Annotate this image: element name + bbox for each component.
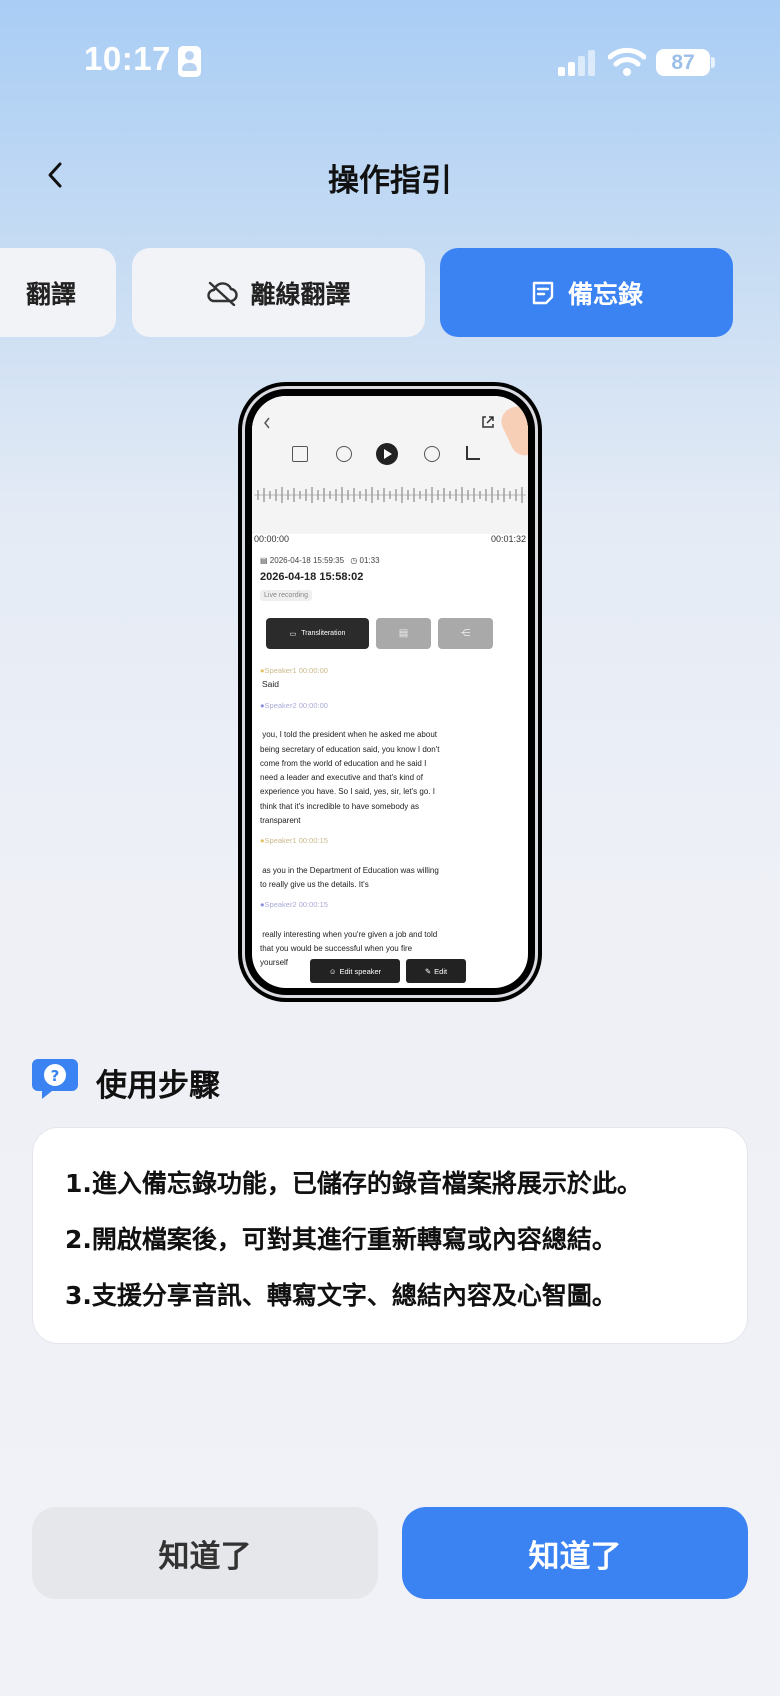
steps-title: 使用步驟 — [96, 1068, 220, 1104]
preview-forward-icon — [424, 446, 440, 462]
phone-screen: 00:00:00 00:01:32 ▤ 2026-04-18 15:59:35 … — [252, 396, 528, 988]
svg-text:?: ? — [51, 1067, 60, 1085]
preview-back-icon — [264, 417, 270, 429]
step-item-2: 2.開啟檔案後，可對其進行重新轉寫或內容總結。 — [65, 1225, 617, 1254]
transcript-line: think that it's incredible to have someb… — [260, 801, 419, 811]
steps-card: 1.進入備忘錄功能，已儲存的錄音檔案將展示於此。 2.開啟檔案後，可對其進行重新… — [32, 1127, 748, 1344]
transcript-speaker: Speaker1 — [264, 836, 297, 846]
clock-icon: ◷ — [350, 556, 358, 565]
battery-indicator: 87 — [656, 49, 710, 76]
preview-edit-speaker-label: Edit speaker — [339, 966, 382, 976]
transcript-speaker: Speaker1 — [264, 666, 297, 675]
step-item-3: 3.支援分享音訊、轉寫文字、總結內容及心智圖。 — [65, 1281, 617, 1310]
preview-crop-icon — [466, 446, 480, 460]
preview-transliteration-label: Transliteration — [301, 630, 346, 637]
preview-time-start: 00:00:00 — [254, 534, 290, 544]
preview-play-icon — [376, 443, 398, 465]
preview-time-end: 00:01:32 — [490, 534, 526, 544]
wifi-icon — [608, 47, 646, 76]
got-it-secondary-button[interactable]: 知道了 — [32, 1507, 378, 1599]
preview-edit-button: ✎ Edit — [406, 959, 466, 983]
transcript-line: being secretary of education said, you k… — [260, 744, 440, 754]
page-title: 操作指引 — [328, 163, 452, 199]
preview-edit-label: Edit — [434, 966, 448, 976]
signal-icon — [558, 50, 598, 76]
document-icon: ▭ — [289, 630, 297, 638]
preview-meta-datetime: 2026-04-18 15:59:35 — [269, 556, 345, 565]
summary-icon: ▤ — [398, 628, 409, 639]
preview-edit-speaker-button: ☺ Edit speaker — [310, 959, 400, 983]
preview-mindmap-button: ⋲ — [438, 618, 493, 649]
calendar-icon: ▤ — [260, 556, 268, 565]
question-chat-icon: ? — [32, 1059, 78, 1099]
preview-rewind-icon — [336, 446, 352, 462]
preview-transliteration-button: ▭ Transliteration — [266, 618, 369, 649]
tab-translate-label: 翻譯 — [25, 279, 76, 309]
person-edit-icon: ☺ — [328, 966, 337, 976]
preview-meta: ▤ 2026-04-18 15:59:35 ◷ 01:33 — [260, 556, 380, 565]
transcript-speaker: Speaker2 — [264, 900, 297, 910]
mindmap-icon: ⋲ — [460, 628, 471, 639]
tab-offline-translate-label: 離線翻譯 — [250, 279, 351, 309]
tab-translate[interactable]: 翻譯 — [0, 248, 116, 337]
transcript-speaker: Speaker2 — [264, 701, 297, 710]
preview-transcript: ●Speaker1 00:00:00 Said ●Speaker2 00:00:… — [260, 666, 522, 970]
transcript-entry: ●Speaker1 00:00:15 as you in the Departm… — [260, 836, 522, 892]
cloud-off-icon — [207, 281, 239, 306]
transcript-time: 00:00:00 — [298, 666, 328, 675]
transcript-line: to really give us the details. It's — [260, 879, 369, 889]
tab-memo-label: 備忘錄 — [567, 279, 643, 309]
transcript-line: you, I told the president when he asked … — [260, 730, 438, 740]
preview-record-title: 2026-04-18 15:58:02 — [260, 571, 364, 583]
transcript-line: that you would be successful when you fi… — [260, 943, 413, 953]
note-icon — [532, 281, 554, 304]
got-it-primary-button[interactable]: 知道了 — [402, 1507, 748, 1599]
preview-speed-icon — [292, 446, 308, 462]
transcript-entry: ●Speaker1 00:00:00 Said — [260, 666, 522, 689]
phone-preview: 00:00:00 00:01:32 ▤ 2026-04-18 15:59:35 … — [238, 382, 542, 1002]
transcript-line: need a leader and executive and that's k… — [260, 773, 423, 783]
preview-share-icon — [482, 416, 494, 428]
transcript-time: 00:00:00 — [298, 701, 328, 710]
preview-record-tag: Live recording — [260, 590, 312, 601]
preview-summary-button: ▤ — [376, 618, 431, 649]
preview-waveform — [254, 487, 526, 503]
transcript-line: experience you have. So I said, yes, sir… — [260, 787, 435, 797]
transcript-time: 00:00:15 — [298, 836, 328, 846]
tab-memo[interactable]: 備忘錄 — [440, 248, 733, 337]
preview-meta-duration: 01:33 — [359, 556, 380, 565]
transcript-line: come from the world of education and he … — [260, 758, 427, 768]
transcript-line: Said — [262, 679, 280, 689]
transcript-line: really interesting when you're given a j… — [260, 929, 438, 939]
pencil-icon: ✎ — [424, 966, 432, 976]
battery-tip — [711, 57, 715, 68]
status-time: 10:17 — [84, 40, 171, 77]
step-item-1: 1.進入備忘錄功能，已儲存的錄音檔案將展示於此。 — [65, 1169, 642, 1198]
transcript-entry: ●Speaker2 00:00:00 you, I told the presi… — [260, 701, 522, 828]
contact-badge-icon — [178, 46, 201, 77]
transcript-time: 00:00:15 — [298, 900, 328, 910]
transcript-line: as you in the Department of Education wa… — [260, 865, 439, 875]
tab-offline-translate[interactable]: 離線翻譯 — [132, 248, 425, 337]
transcript-line: transparent — [260, 816, 301, 826]
